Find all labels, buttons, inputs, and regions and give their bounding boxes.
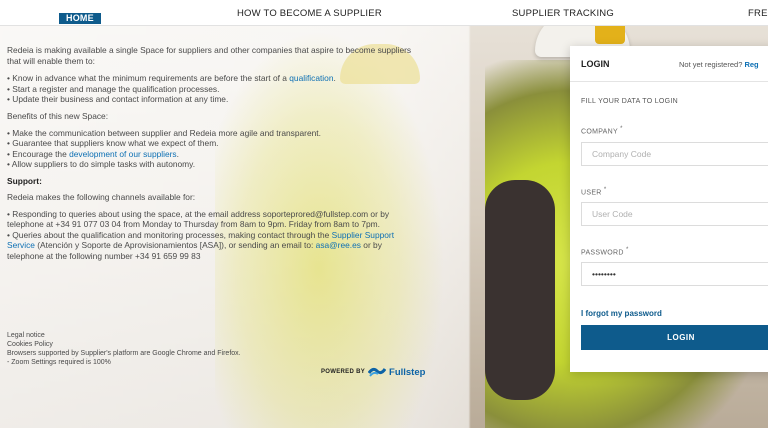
intro-points: • Know in advance what the minimum requi… bbox=[7, 73, 417, 105]
support-title: Support: bbox=[7, 175, 42, 186]
fullstep-brand: Fullstep bbox=[389, 366, 426, 378]
user-label: USER * bbox=[581, 187, 607, 197]
support-lead: Redeia makes the following channels avai… bbox=[7, 191, 196, 202]
user-field[interactable] bbox=[581, 202, 768, 226]
support-list: • Responding to queries about using the … bbox=[7, 209, 417, 262]
intro-point: • Start a register and manage the qualif… bbox=[7, 83, 220, 94]
login-panel: LOGIN Not yet registered? Reg FILL YOUR … bbox=[570, 46, 768, 372]
intro-point: • Update their business and contact info… bbox=[7, 94, 229, 104]
worker-arm bbox=[485, 180, 555, 400]
password-field[interactable] bbox=[581, 262, 768, 286]
benefit-item: • Encourage the development of our suppl… bbox=[7, 148, 179, 159]
zoom-note: - Zoom Settings required is 100% bbox=[7, 359, 111, 366]
asa-email-link[interactable]: asa@ree.es bbox=[316, 240, 361, 250]
top-nav: HOME HOW TO BECOME A SUPPLIER SUPPLIER T… bbox=[0, 0, 768, 26]
register-prompt: Not yet registered? Reg bbox=[679, 60, 759, 69]
nav-home[interactable]: HOME bbox=[59, 13, 101, 24]
nav-faq[interactable]: FREQ bbox=[748, 7, 768, 21]
benefits-title: Benefits of this new Space: bbox=[7, 110, 109, 121]
benefit-item: • Make the communication between supplie… bbox=[7, 127, 321, 138]
support-email: soporteprored@fullstep.com bbox=[262, 208, 369, 219]
benefit-item: • Allow suppliers to do simple tasks wit… bbox=[7, 159, 196, 169]
forgot-password-link[interactable]: I forgot my password bbox=[581, 309, 662, 318]
intro-content: Redeia is making available a single Spac… bbox=[7, 45, 417, 267]
nav-how-to-become-supplier[interactable]: HOW TO BECOME A SUPPLIER bbox=[237, 7, 382, 21]
qualification-link[interactable]: qualification bbox=[289, 73, 333, 83]
development-link[interactable]: development of our suppliers bbox=[69, 149, 177, 159]
benefit-item: • Guarantee that suppliers know what we … bbox=[7, 138, 219, 148]
register-link[interactable]: Reg bbox=[744, 60, 758, 69]
footer-links: Legal notice Cookies Policy Browsers sup… bbox=[7, 331, 241, 367]
fill-data-label: FILL YOUR DATA TO LOGIN bbox=[581, 98, 679, 105]
powered-by: POWERED BY Fullstep bbox=[321, 366, 425, 378]
support-item: • Responding to queries about using the … bbox=[7, 208, 390, 230]
password-label: PASSWORD * bbox=[581, 247, 629, 257]
intro-lead: Redeia is making available a single Spac… bbox=[7, 45, 412, 66]
login-button[interactable]: LOGIN bbox=[581, 325, 768, 350]
cookies-policy-link[interactable]: Cookies Policy bbox=[7, 340, 241, 349]
login-header: LOGIN Not yet registered? Reg bbox=[570, 46, 768, 82]
support-item: • Queries about the qualification and mo… bbox=[7, 229, 395, 261]
company-label: COMPANY * bbox=[581, 126, 623, 136]
login-title: LOGIN bbox=[581, 59, 610, 69]
benefits-list: • Make the communication between supplie… bbox=[7, 128, 417, 170]
fullstep-logo-icon bbox=[368, 367, 387, 377]
legal-notice-link[interactable]: Legal notice bbox=[7, 331, 241, 340]
browsers-note: Browsers supported by Supplier's platfor… bbox=[7, 350, 241, 357]
nav-supplier-tracking[interactable]: SUPPLIER TRACKING bbox=[512, 7, 614, 21]
intro-point: • Know in advance what the minimum requi… bbox=[7, 73, 336, 83]
company-field[interactable] bbox=[581, 142, 768, 166]
powered-by-label: POWERED BY bbox=[321, 369, 366, 375]
